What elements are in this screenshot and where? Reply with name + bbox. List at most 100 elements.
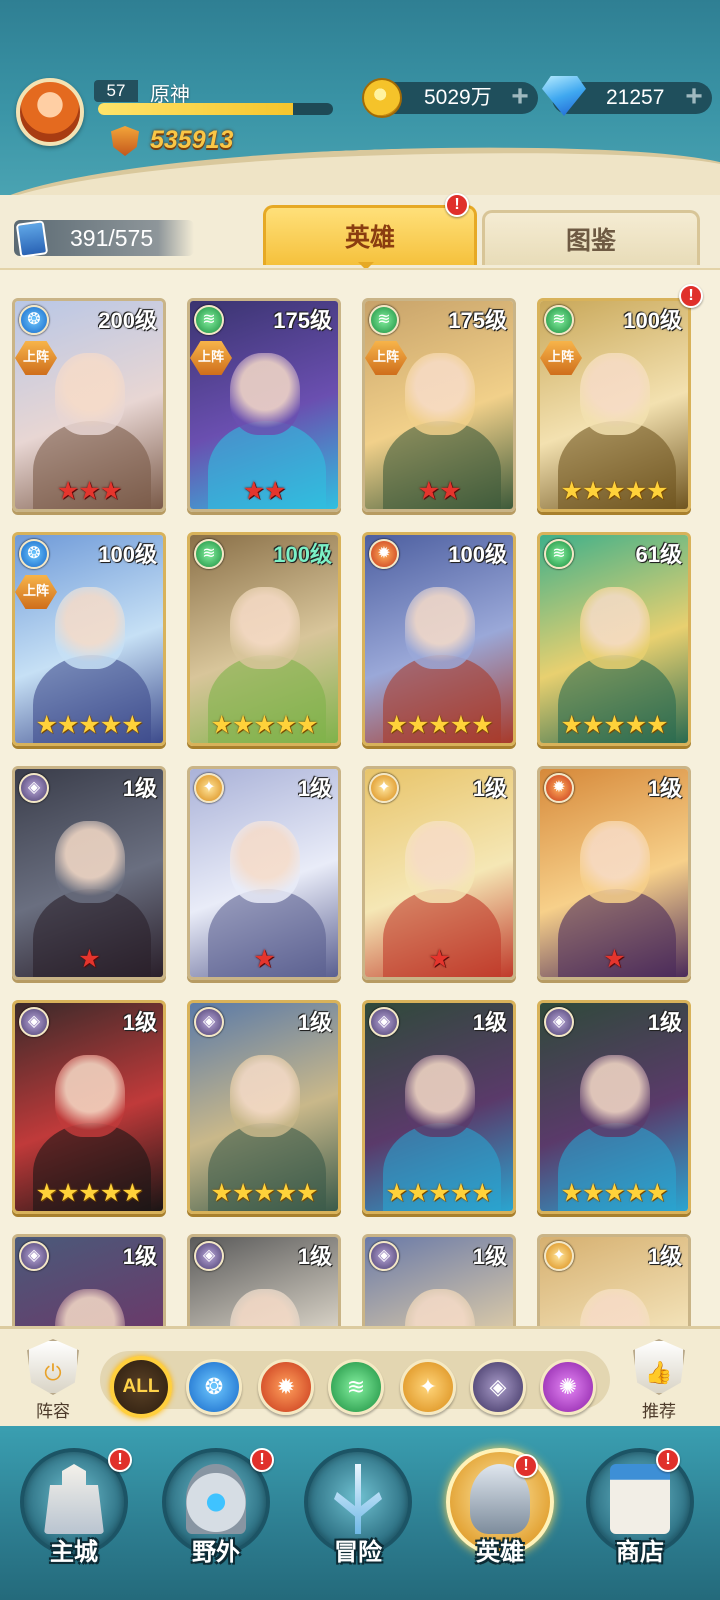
star-icon: ★ <box>603 477 625 505</box>
hero-card[interactable]: ◈ 1级 ★ <box>12 766 166 980</box>
hero-level: 1级 <box>122 1244 157 1269</box>
hero-face-shape <box>580 353 650 435</box>
nav-heroes[interactable]: 英雄 ! <box>440 1448 560 1578</box>
hero-card[interactable]: ◈ 1级 ★★★★★ <box>187 1000 341 1214</box>
star-icon: ★ <box>296 1179 318 1207</box>
hero-card[interactable]: ✹ 100级 ★★★★★ <box>362 532 516 746</box>
filter-water-icon[interactable]: ❂ <box>186 1359 242 1415</box>
star-icon: ★ <box>242 477 265 505</box>
hero-card[interactable]: ◈ 1级 ★★★★★ <box>362 1000 516 1214</box>
player-avatar[interactable] <box>16 78 84 146</box>
light-element-icon: ✦ <box>194 773 224 803</box>
star-rating: ★★ <box>190 475 338 507</box>
hero-level: 100级 <box>448 542 507 567</box>
hero-face-shape <box>405 1289 475 1326</box>
hero-face-shape <box>230 1289 300 1326</box>
hero-face-shape <box>580 821 650 903</box>
star-icon: ★ <box>646 1179 668 1207</box>
star-rating: ★★★★★ <box>365 1177 513 1209</box>
dark-element-icon: ◈ <box>19 1007 49 1037</box>
hero-cards-icon <box>15 220 49 258</box>
lineup-button[interactable]: ⏻ 阵容 <box>18 1339 88 1422</box>
add-gold-button[interactable]: + <box>508 82 532 112</box>
hero-card[interactable]: ❂ 200级 上阵 ★★★ <box>12 298 166 512</box>
hero-face-shape <box>405 821 475 903</box>
hero-card[interactable]: ≋ 175级 上阵 ★★ <box>362 298 516 512</box>
hero-card[interactable]: ◈ 1级 <box>12 1234 166 1326</box>
tab-codex[interactable]: 图鉴 <box>482 210 700 265</box>
hero-card[interactable]: ◈ 1级 ★★★★★ <box>537 1000 691 1214</box>
hero-card[interactable]: ✹ 1级 ★ <box>537 766 691 980</box>
hero-collection-count: 391/575 <box>14 220 194 258</box>
hero-card[interactable]: ◈ 1级 <box>362 1234 516 1326</box>
star-rating: ★★★★★ <box>15 1177 163 1209</box>
star-rating: ★ <box>15 943 163 975</box>
nav-main-city-label: 主城 <box>50 1538 98 1566</box>
nav-heroes-alert-icon: ! <box>514 1454 538 1478</box>
star-rating: ★★★★★ <box>190 1177 338 1209</box>
nav-shop-alert-icon: ! <box>656 1448 680 1472</box>
add-gems-button[interactable]: + <box>682 82 706 112</box>
nav-wilderness-label: 野外 <box>192 1538 240 1566</box>
hero-card[interactable]: ≋ 100级 上阵 ★★★★★ <box>537 298 691 512</box>
filter-wind-icon[interactable]: ≋ <box>328 1359 384 1415</box>
nav-wilderness[interactable]: 野外 ! <box>156 1448 276 1578</box>
hero-face-shape <box>230 353 300 435</box>
filter-all-button[interactable]: ALL <box>110 1356 172 1418</box>
star-icon: ★ <box>581 477 604 505</box>
wind-element-icon: ≋ <box>544 305 574 335</box>
nav-heroes-label: 英雄 <box>476 1538 524 1566</box>
star-icon: ★ <box>78 477 100 505</box>
gold-currency: 5029万 + <box>362 78 538 118</box>
star-icon: ★ <box>449 711 472 739</box>
hero-card[interactable]: ❂ 100级 上阵 ★★★★★ <box>12 532 166 746</box>
star-icon: ★ <box>264 477 286 505</box>
star-icon: ★ <box>646 477 668 505</box>
hero-level: 61级 <box>635 542 682 567</box>
hero-face-shape <box>230 821 300 903</box>
hero-level: 1级 <box>472 1244 507 1269</box>
hero-face-shape <box>580 1289 650 1326</box>
star-rating: ★★★★★ <box>365 709 513 741</box>
hero-card[interactable]: ✦ 1级 ★ <box>187 766 341 980</box>
star-icon: ★ <box>121 1179 143 1207</box>
star-icon: ★ <box>406 711 429 739</box>
star-icon: ★ <box>471 711 493 739</box>
star-icon: ★ <box>274 711 297 739</box>
top-header: 57 原神 535913 5029万 + 21257 + <box>0 0 720 195</box>
hero-card[interactable]: ◈ 1级 ★★★★★ <box>12 1000 166 1214</box>
nav-main-city-alert-icon: ! <box>108 1448 132 1472</box>
hero-level: 100级 <box>98 542 157 567</box>
hero-card[interactable]: ◈ 1级 <box>187 1234 341 1326</box>
hero-grid[interactable]: ❂ 200级 上阵 ★★★ ≋ 175级 上阵 ★★ ≋ 175级 上阵 ★★ ≋ 100级 上阵 ★★★★★… <box>0 268 720 1326</box>
player-level: 57 <box>94 80 138 102</box>
hero-card[interactable]: ✦ 1级 ★ <box>362 766 516 980</box>
shop-stall-icon <box>610 1464 670 1534</box>
hero-card[interactable]: ≋ 100级 ★★★★★ <box>187 532 341 746</box>
hero-card[interactable]: ✦ 1级 <box>537 1234 691 1326</box>
star-icon: ★ <box>231 711 254 739</box>
star-icon: ★ <box>581 711 604 739</box>
filter-fire-icon[interactable]: ✹ <box>258 1359 314 1415</box>
star-icon: ★ <box>99 1179 122 1207</box>
filter-dark-icon[interactable]: ◈ <box>470 1359 526 1415</box>
light-element-icon: ✦ <box>544 1241 574 1271</box>
wind-element-icon: ≋ <box>369 305 399 335</box>
star-icon: ★ <box>603 945 625 973</box>
tab-heroes[interactable]: 英雄 <box>263 205 477 265</box>
filter-light-icon[interactable]: ✦ <box>400 1359 456 1415</box>
nav-adventure[interactable]: 冒险 <box>298 1448 418 1578</box>
hero-level: 1级 <box>472 776 507 801</box>
star-icon: ★ <box>35 1179 57 1207</box>
nav-shop[interactable]: 商店 ! <box>580 1448 700 1578</box>
star-icon: ★ <box>624 711 647 739</box>
recommend-button[interactable]: 👍 推荐 <box>624 1339 694 1422</box>
filter-arcane-icon[interactable]: ✺ <box>540 1359 596 1415</box>
star-icon: ★ <box>560 1179 582 1207</box>
hero-card[interactable]: ≋ 175级 上阵 ★★ <box>187 298 341 512</box>
nav-main-city[interactable]: 主城 ! <box>14 1448 134 1578</box>
star-icon: ★ <box>253 945 275 973</box>
hero-card[interactable]: ≋ 61级 ★★★★★ <box>537 532 691 746</box>
dark-element-icon: ◈ <box>194 1241 224 1271</box>
star-rating: ★ <box>365 943 513 975</box>
